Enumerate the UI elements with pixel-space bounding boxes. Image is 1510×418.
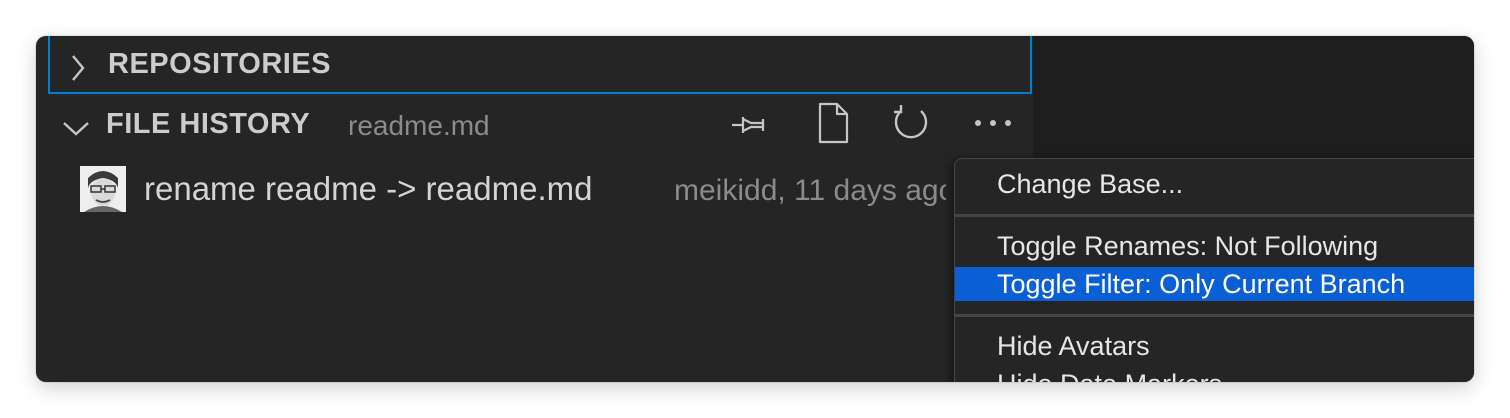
commit-meta: meikidd, 11 days ago <box>674 174 946 207</box>
more-icon[interactable] <box>972 118 1014 128</box>
refresh-icon[interactable] <box>890 102 932 144</box>
file-history-title: FILE HISTORY <box>106 108 311 140</box>
menu-item-hide-date-markers[interactable]: Hide Date Markers <box>955 367 1474 382</box>
avatar-image <box>80 166 126 212</box>
menu-item-toggle-renames[interactable]: Toggle Renames: Not Following <box>955 229 1474 263</box>
file-history-filename: readme.md <box>348 110 490 141</box>
history-item[interactable]: rename readme -> readme.md meikidd, 11 d… <box>80 166 1040 214</box>
menu-item-toggle-filter[interactable]: Toggle Filter: Only Current Branch <box>955 267 1474 301</box>
chevron-down-icon <box>63 122 89 136</box>
repositories-section-header[interactable]: REPOSITORIES <box>48 36 1032 94</box>
file-history-section-header[interactable]: FILE HISTORY readme.md <box>48 94 1032 156</box>
commit-message: rename readme -> readme.md <box>144 170 593 207</box>
menu-item-change-base[interactable]: Change Base... <box>955 167 1474 201</box>
pin-icon[interactable] <box>730 108 770 142</box>
chevron-right-icon <box>72 55 85 81</box>
menu-separator <box>955 314 1474 317</box>
avatar <box>80 166 126 212</box>
menu-separator <box>955 214 1474 217</box>
context-menu: Change Base... Toggle Renames: Not Follo… <box>954 158 1474 382</box>
menu-item-hide-avatars[interactable]: Hide Avatars <box>955 329 1474 363</box>
source-control-panel: REPOSITORIES FILE HISTORY readme.md rena… <box>36 36 1474 382</box>
repositories-title: REPOSITORIES <box>108 48 332 80</box>
file-icon[interactable] <box>816 102 850 144</box>
